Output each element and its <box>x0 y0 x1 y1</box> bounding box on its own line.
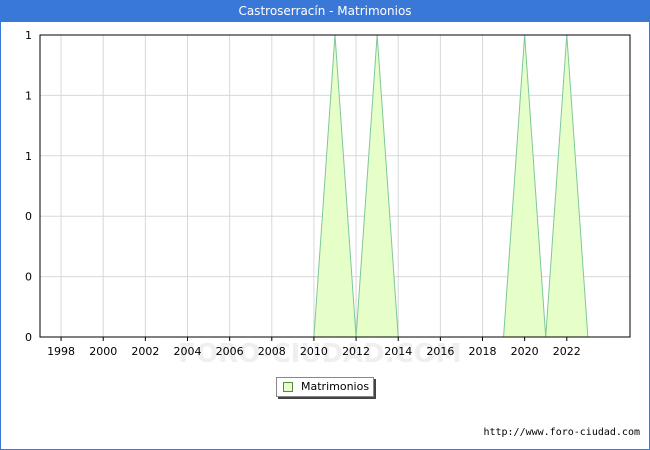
x-tick-label: 2004 <box>174 345 202 358</box>
credit-link[interactable]: http://www.foro-ciudad.com <box>483 427 640 438</box>
y-tick-label: 0 <box>25 331 32 344</box>
x-tick-label: 2022 <box>553 345 581 358</box>
x-tick-label: 2016 <box>426 345 454 358</box>
x-tick-label: 2014 <box>384 345 412 358</box>
y-tick-label: 0 <box>25 210 32 223</box>
x-tick-label: 2012 <box>342 345 370 358</box>
x-tick-label: 2000 <box>89 345 117 358</box>
y-tick-label: 1 <box>25 89 32 102</box>
x-tick-label: 2002 <box>131 345 159 358</box>
y-tick-label: 1 <box>25 29 32 42</box>
x-tick-label: 2020 <box>511 345 539 358</box>
y-tick-label: 1 <box>25 150 32 163</box>
legend-label: Matrimonios <box>301 380 370 393</box>
x-tick-label: 1998 <box>47 345 75 358</box>
legend-swatch <box>283 382 293 392</box>
x-tick-label: 2018 <box>469 345 497 358</box>
y-tick-label: 0 <box>25 271 32 284</box>
x-tick-label: 2010 <box>300 345 328 358</box>
x-tick-label: 2008 <box>258 345 286 358</box>
legend: Matrimonios <box>276 377 374 397</box>
x-tick-label: 2006 <box>216 345 244 358</box>
